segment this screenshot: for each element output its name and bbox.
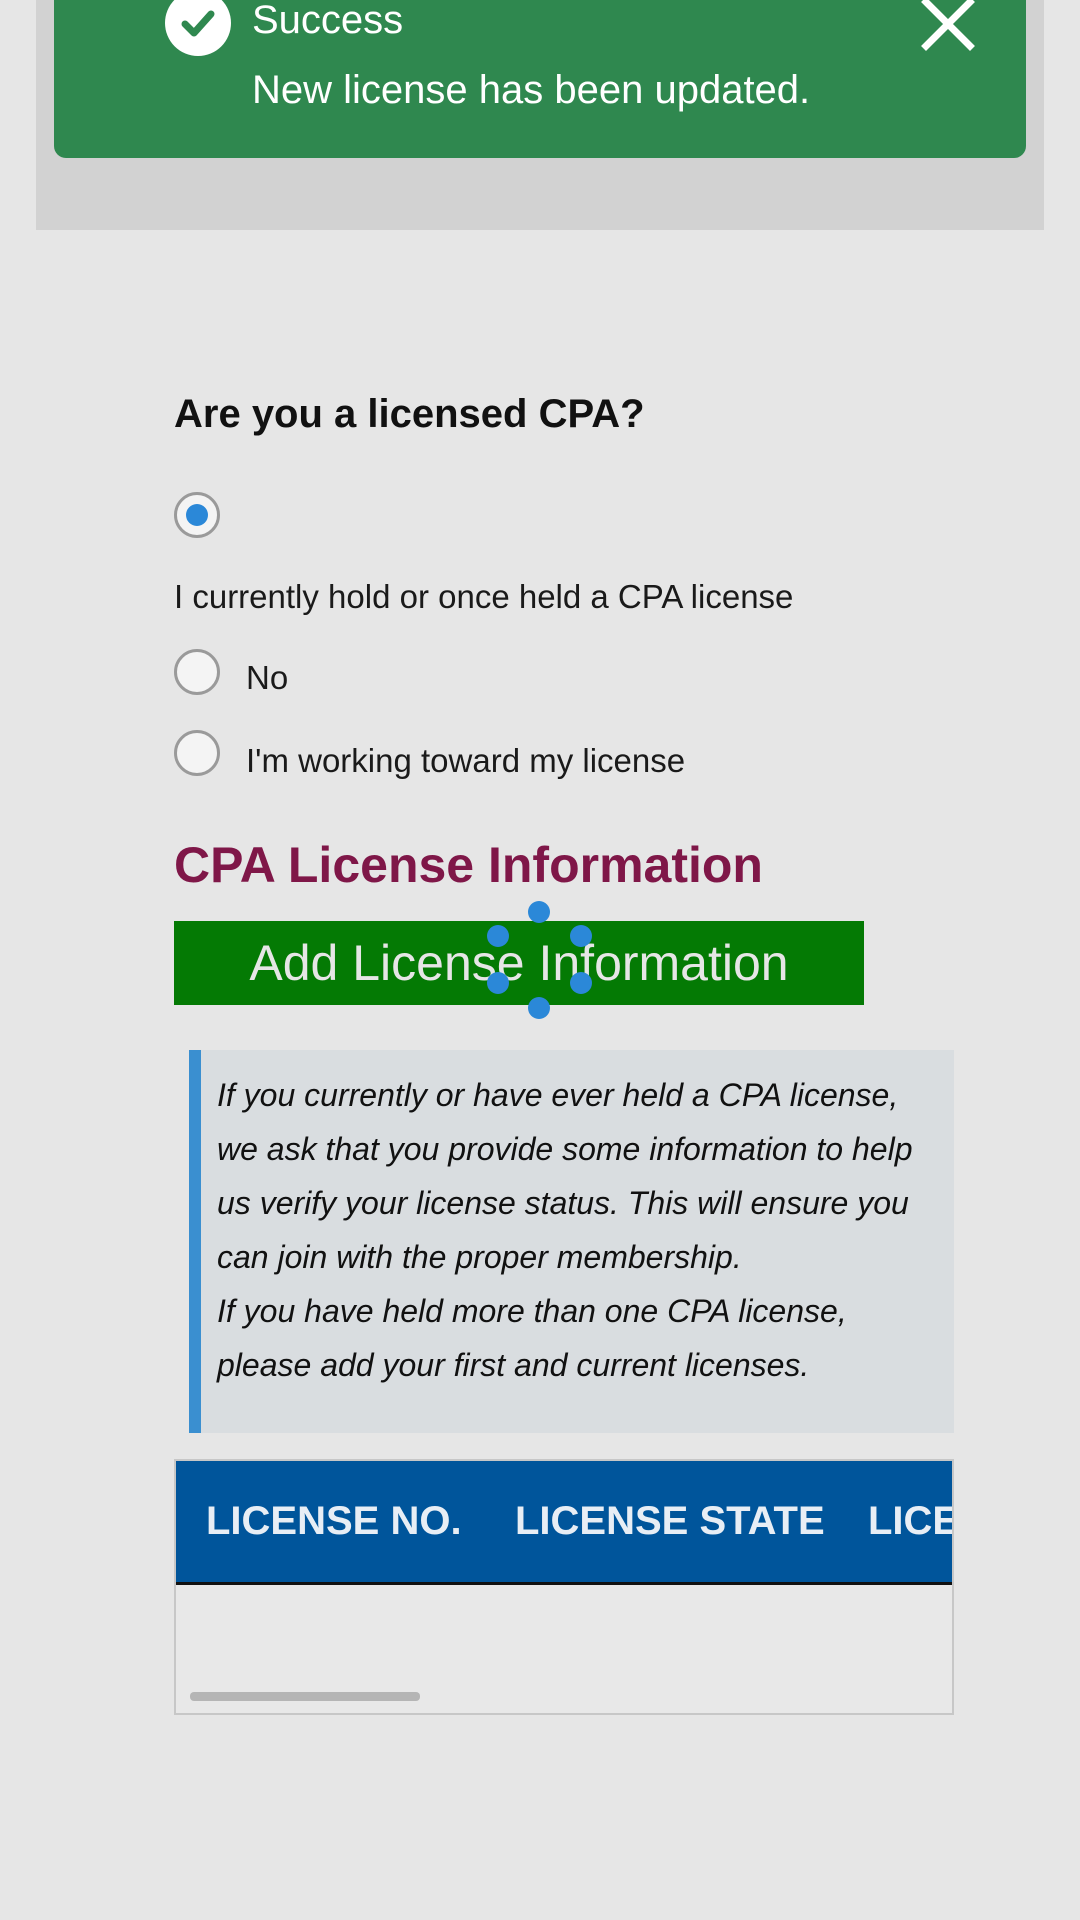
- section-title: CPA License Information: [174, 837, 763, 893]
- info-box: If you currently or have ever held a CPA…: [189, 1050, 954, 1433]
- selection-handle[interactable]: [570, 925, 592, 947]
- radio-licensed-label: I currently hold or once held a CPA lice…: [174, 578, 794, 615]
- selection-handle[interactable]: [528, 901, 550, 923]
- table-header: LICENSE NO. LICENSE STATE LICE: [176, 1461, 952, 1585]
- selection-handle[interactable]: [487, 972, 509, 994]
- selection-handle[interactable]: [570, 972, 592, 994]
- notification-region: Success New license has been updated.: [36, 0, 1044, 230]
- license-table: LICENSE NO. LICENSE STATE LICE: [174, 1459, 954, 1715]
- selection-handle[interactable]: [487, 925, 509, 947]
- success-toast: Success New license has been updated.: [54, 0, 1026, 158]
- radio-no-label: No: [246, 659, 289, 696]
- add-license-button[interactable]: Add License Information: [174, 921, 864, 1005]
- page: Success New license has been updated. Ar…: [0, 0, 1080, 1920]
- info-paragraph: If you have held more than one CPA licen…: [217, 1293, 847, 1383]
- toast-title: Success: [252, 0, 404, 42]
- selection-handle[interactable]: [528, 997, 550, 1019]
- radio-working-toward-label: I'm working toward my license: [246, 742, 686, 779]
- close-icon[interactable]: [920, 0, 976, 54]
- column-header-license-no[interactable]: LICENSE NO.: [206, 1499, 462, 1544]
- radio-licensed[interactable]: [174, 492, 220, 538]
- horizontal-scrollbar[interactable]: [190, 1692, 420, 1701]
- radio-working-toward[interactable]: [174, 730, 220, 776]
- check-circle-icon: [165, 0, 231, 56]
- column-header-truncated[interactable]: LICE: [868, 1499, 952, 1544]
- column-header-license-state[interactable]: LICENSE STATE: [515, 1499, 825, 1544]
- question-label: Are you a licensed CPA?: [174, 392, 645, 436]
- toast-message: New license has been updated.: [252, 68, 811, 112]
- info-paragraph: If you currently or have ever held a CPA…: [217, 1077, 913, 1275]
- radio-no[interactable]: [174, 649, 220, 695]
